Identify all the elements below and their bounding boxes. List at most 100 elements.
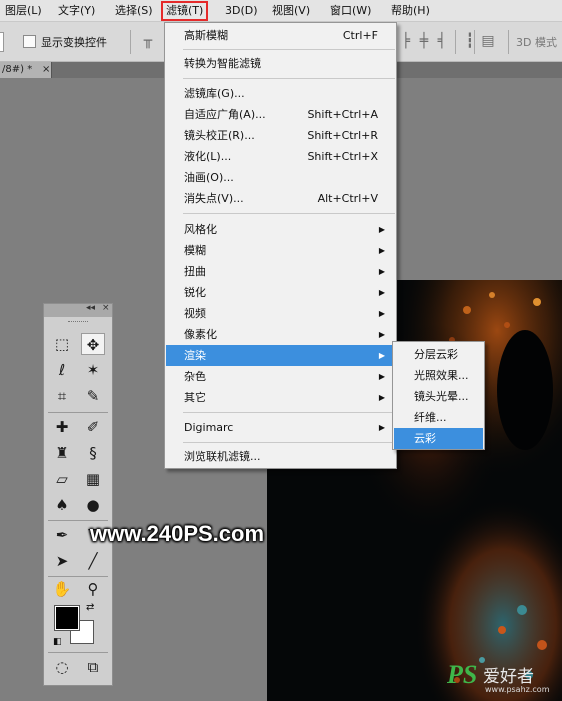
close-icon[interactable]: × [42, 62, 50, 78]
document-tab[interactable]: /8#) * × [0, 62, 52, 78]
menu-item-label: 锐化 [184, 286, 206, 299]
brush-tool-icon[interactable]: ✐ [81, 416, 105, 438]
tools-panel: ◂◂ × ⬚ ✥ ℓ ✶ ⌗ ✎ ✚ ✐ ♜ § ▱ ▦ ♠ ● ✒ T ➤ ╱… [43, 303, 113, 686]
tools-separator [48, 652, 108, 653]
move-tool-icon[interactable]: ✥ [81, 333, 105, 355]
distribute-vertical-icon[interactable]: ▤ [480, 33, 496, 49]
swap-colors-icon[interactable]: ⇄ [86, 602, 94, 613]
clone-stamp-tool-icon[interactable]: ♜ [50, 442, 74, 464]
menu-separator [183, 49, 395, 50]
menu-item-label: 消失点(V)... [184, 192, 244, 205]
submenu-item-lighting-effects[interactable]: 光照效果... [394, 365, 483, 386]
menu-3d[interactable]: 3D(D) [225, 3, 258, 19]
menu-item-shortcut: Shift+Ctrl+A [307, 108, 378, 121]
submenu-arrow-icon: ▶ [378, 330, 385, 339]
options-bar-edge [0, 32, 4, 52]
tools-panel-header[interactable]: ◂◂ × [44, 303, 112, 317]
distribute-icon[interactable]: ┇ [462, 33, 478, 49]
menu-item-label: 浏览联机滤镜... [184, 450, 261, 463]
menu-separator [183, 442, 395, 443]
default-colors-icon[interactable]: ◧ [53, 637, 62, 647]
crop-tool-icon[interactable]: ⌗ [50, 385, 74, 407]
menu-item-noise[interactable]: 杂色 ▶ [166, 366, 395, 387]
menu-window[interactable]: 窗口(W) [330, 3, 371, 19]
watermark-logo-cn: 爱好者 [483, 667, 534, 687]
blur-tool-icon[interactable]: ♠ [50, 494, 74, 516]
menu-item-adaptive-wide-angle[interactable]: 自适应广角(A)... Shift+Ctrl+A [166, 104, 395, 125]
menu-item-label: 油画(O)... [184, 171, 234, 184]
menu-item-shortcut: Alt+Ctrl+V [317, 192, 378, 205]
tools-separator [48, 576, 108, 577]
menu-type[interactable]: 文字(Y) [58, 3, 95, 19]
menu-item-browse-online-filters[interactable]: 浏览联机滤镜... [166, 446, 395, 467]
dodge-tool-icon[interactable]: ● [81, 494, 105, 516]
menu-item-stylize[interactable]: 风格化 ▶ [166, 219, 395, 240]
eraser-tool-icon[interactable]: ▱ [50, 468, 74, 490]
show-transform-label: 显示变换控件 [41, 36, 107, 49]
menu-item-filter-gallery[interactable]: 滤镜库(G)... [166, 83, 395, 104]
menu-item-gaussian-blur[interactable]: 高斯模糊 Ctrl+F [166, 25, 395, 46]
menu-help[interactable]: 帮助(H) [391, 3, 430, 19]
submenu-arrow-icon: ▶ [378, 309, 385, 318]
foreground-color-swatch[interactable] [54, 605, 80, 631]
menu-view[interactable]: 视图(V) [272, 3, 310, 19]
marquee-tool-icon[interactable]: ⬚ [50, 333, 74, 355]
menu-layer[interactable]: 图层(L) [5, 3, 42, 19]
menu-item-distort[interactable]: 扭曲 ▶ [166, 261, 395, 282]
hand-tool-icon[interactable]: ✋ [50, 578, 74, 600]
screen-mode-icon[interactable]: ⧉ [81, 656, 105, 678]
menu-item-other[interactable]: 其它 ▶ [166, 387, 395, 408]
menu-item-label: 风格化 [184, 223, 217, 236]
menu-item-lens-correction[interactable]: 镜头校正(R)... Shift+Ctrl+R [166, 125, 395, 146]
submenu-item-lens-flare[interactable]: 镜头光晕... [394, 386, 483, 407]
quick-mask-icon[interactable]: ◌ [50, 656, 74, 678]
align-top-icon[interactable]: ╥ [140, 33, 156, 49]
watermark-logo: PS 爱好者 www.psahz.com [447, 660, 562, 701]
menu-item-label: 液化(L)... [184, 150, 232, 163]
history-brush-tool-icon[interactable]: § [81, 442, 105, 464]
watermark-logo-url: www.psahz.com [485, 685, 550, 694]
menu-item-digimarc[interactable]: Digimarc ▶ [166, 417, 395, 438]
align-left-icon[interactable]: ╞ [398, 33, 414, 49]
menu-item-blur[interactable]: 模糊 ▶ [166, 240, 395, 261]
healing-brush-tool-icon[interactable]: ✚ [50, 416, 74, 438]
show-transform-checkbox[interactable] [23, 35, 36, 48]
watermark-url: www.240PS.com [90, 521, 265, 546]
menu-item-oil-paint[interactable]: 油画(O)... [166, 167, 395, 188]
menu-item-convert-smart-filters[interactable]: 转换为智能滤镜 [166, 53, 395, 74]
menu-item-sharpen[interactable]: 锐化 ▶ [166, 282, 395, 303]
pen-tool-icon[interactable]: ✒ [50, 524, 74, 546]
menu-separator [183, 78, 395, 79]
menu-filter[interactable]: 滤镜(T) [161, 1, 209, 21]
close-icon[interactable]: × [102, 303, 110, 313]
menu-item-liquify[interactable]: 液化(L)... Shift+Ctrl+X [166, 146, 395, 167]
align-right-icon[interactable]: ╡ [434, 33, 450, 49]
submenu-arrow-icon: ▶ [378, 225, 385, 234]
lasso-tool-icon[interactable]: ℓ [50, 359, 74, 381]
submenu-arrow-icon: ▶ [378, 372, 385, 381]
menu-item-render[interactable]: 渲染 ▶ [166, 345, 395, 366]
submenu-arrow-icon: ▶ [378, 267, 385, 276]
filter-menu: 高斯模糊 Ctrl+F 转换为智能滤镜 滤镜库(G)... 自适应广角(A)..… [164, 22, 397, 469]
menu-item-label: 其它 [184, 391, 206, 404]
gradient-tool-icon[interactable]: ▦ [81, 468, 105, 490]
collapse-icon[interactable]: ◂◂ [86, 303, 95, 313]
submenu-item-fibers[interactable]: 纤维... [394, 407, 483, 428]
options-separator [474, 30, 475, 54]
menu-item-pixelate[interactable]: 像素化 ▶ [166, 324, 395, 345]
menu-item-vanishing-point[interactable]: 消失点(V)... Alt+Ctrl+V [166, 188, 395, 209]
menu-separator [183, 213, 395, 214]
magic-wand-tool-icon[interactable]: ✶ [81, 359, 105, 381]
path-selection-tool-icon[interactable]: ➤ [50, 550, 74, 572]
submenu-item-clouds[interactable]: 云彩 [394, 428, 483, 449]
align-hcenter-icon[interactable]: ╪ [416, 33, 432, 49]
submenu-item-difference-clouds[interactable]: 分层云彩 [394, 344, 483, 365]
panel-grip[interactable] [68, 321, 88, 323]
line-tool-icon[interactable]: ╱ [81, 550, 105, 572]
menu-item-video[interactable]: 视频 ▶ [166, 303, 395, 324]
zoom-tool-icon[interactable]: ⚲ [81, 578, 105, 600]
options-separator [455, 30, 456, 54]
menu-select[interactable]: 选择(S) [115, 3, 153, 19]
submenu-arrow-icon: ▶ [378, 351, 385, 360]
eyedropper-tool-icon[interactable]: ✎ [81, 385, 105, 407]
